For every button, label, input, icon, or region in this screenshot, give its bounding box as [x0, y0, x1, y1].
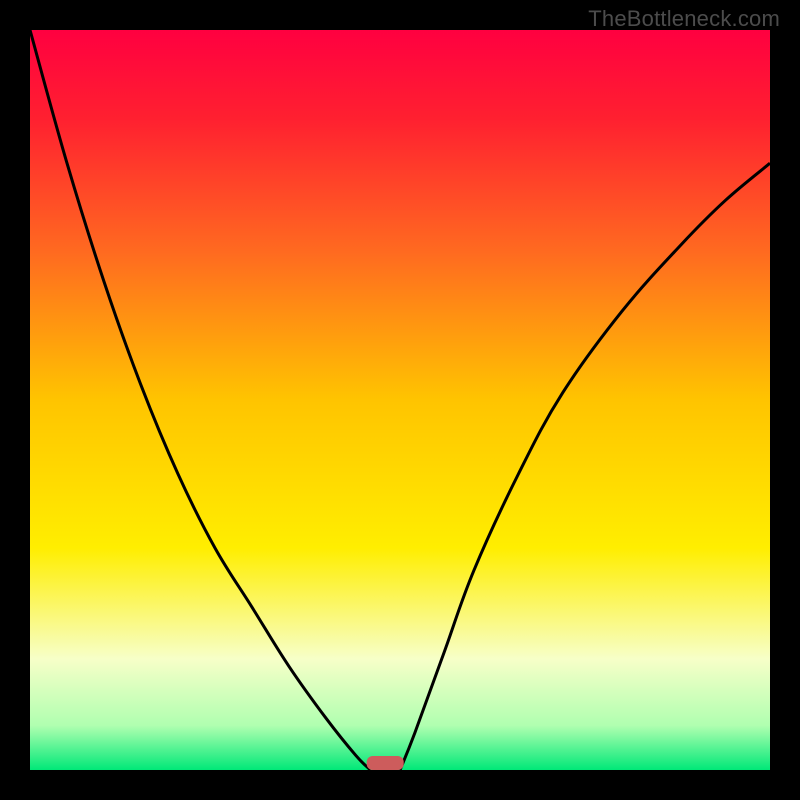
- gradient-background: [30, 30, 770, 770]
- watermark-text: TheBottleneck.com: [588, 6, 780, 32]
- minimum-marker: [367, 756, 404, 770]
- chart-frame: TheBottleneck.com: [0, 0, 800, 800]
- bottleneck-curve-chart: [30, 30, 770, 770]
- plot-area: [30, 30, 770, 770]
